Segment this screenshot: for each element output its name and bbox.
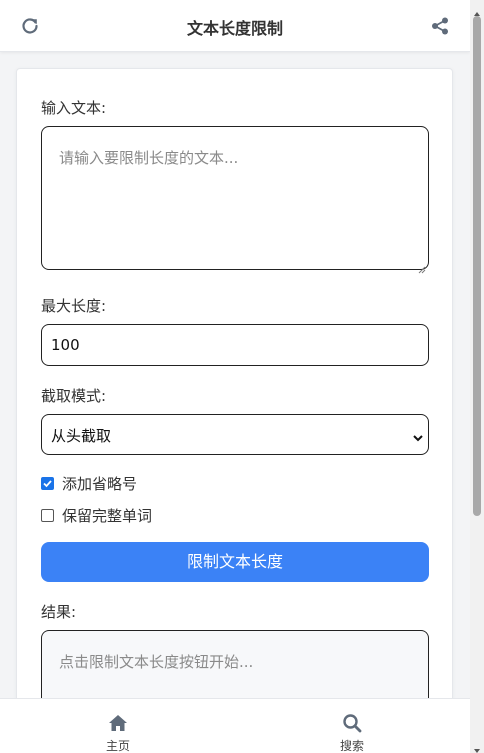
nav-label-search: 搜索	[339, 739, 364, 753]
mode-select-value: 从头截取	[51, 427, 112, 445]
ellipsis-option[interactable]: 添加省略号	[41, 473, 137, 493]
ellipsis-label: 添加省略号	[62, 474, 138, 493]
result-placeholder: 点击限制文本长度按钮开始...	[59, 653, 254, 671]
form-card: 输入文本: 请输入要限制长度的文本... 最大长度: 100 截取模式: 从头截…	[16, 68, 453, 729]
top-app-bar: 文本长度限制	[0, 0, 470, 52]
search-icon	[342, 713, 362, 733]
result-label: 结果:	[41, 603, 77, 621]
scrollbar-thumb[interactable]	[473, 16, 481, 516]
page-title: 文本长度限制	[186, 19, 283, 38]
share-icon[interactable]	[430, 16, 450, 36]
keep-words-option[interactable]: 保留完整单词	[41, 505, 152, 525]
home-icon	[108, 713, 128, 733]
mode-select[interactable]: 从头截取	[41, 414, 429, 455]
scroll-down-arrow-icon[interactable]	[473, 740, 481, 753]
input-textarea-placeholder: 请输入要限制长度的文本...	[59, 149, 239, 167]
bottom-nav: 主页 搜索	[0, 698, 470, 753]
max-length-input[interactable]: 100	[41, 324, 429, 366]
limit-text-button[interactable]: 限制文本长度	[41, 542, 429, 582]
mode-label: 截取模式:	[41, 387, 107, 405]
nav-item-home[interactable]: 主页	[78, 699, 158, 753]
resize-grip-icon[interactable]	[418, 259, 426, 274]
input-text-label: 输入文本:	[41, 99, 107, 117]
max-length-label: 最大长度:	[41, 297, 107, 315]
ellipsis-checkbox[interactable]	[41, 476, 54, 490]
chevron-down-icon	[412, 430, 424, 442]
input-textarea[interactable]: 请输入要限制长度的文本...	[41, 126, 429, 274]
nav-item-search[interactable]: 搜索	[312, 699, 392, 753]
nav-label-home: 主页	[105, 739, 130, 753]
keep-words-label: 保留完整单词	[62, 506, 153, 525]
keep-words-checkbox[interactable]	[41, 508, 54, 522]
scroll-up-arrow-icon[interactable]	[473, 3, 481, 16]
